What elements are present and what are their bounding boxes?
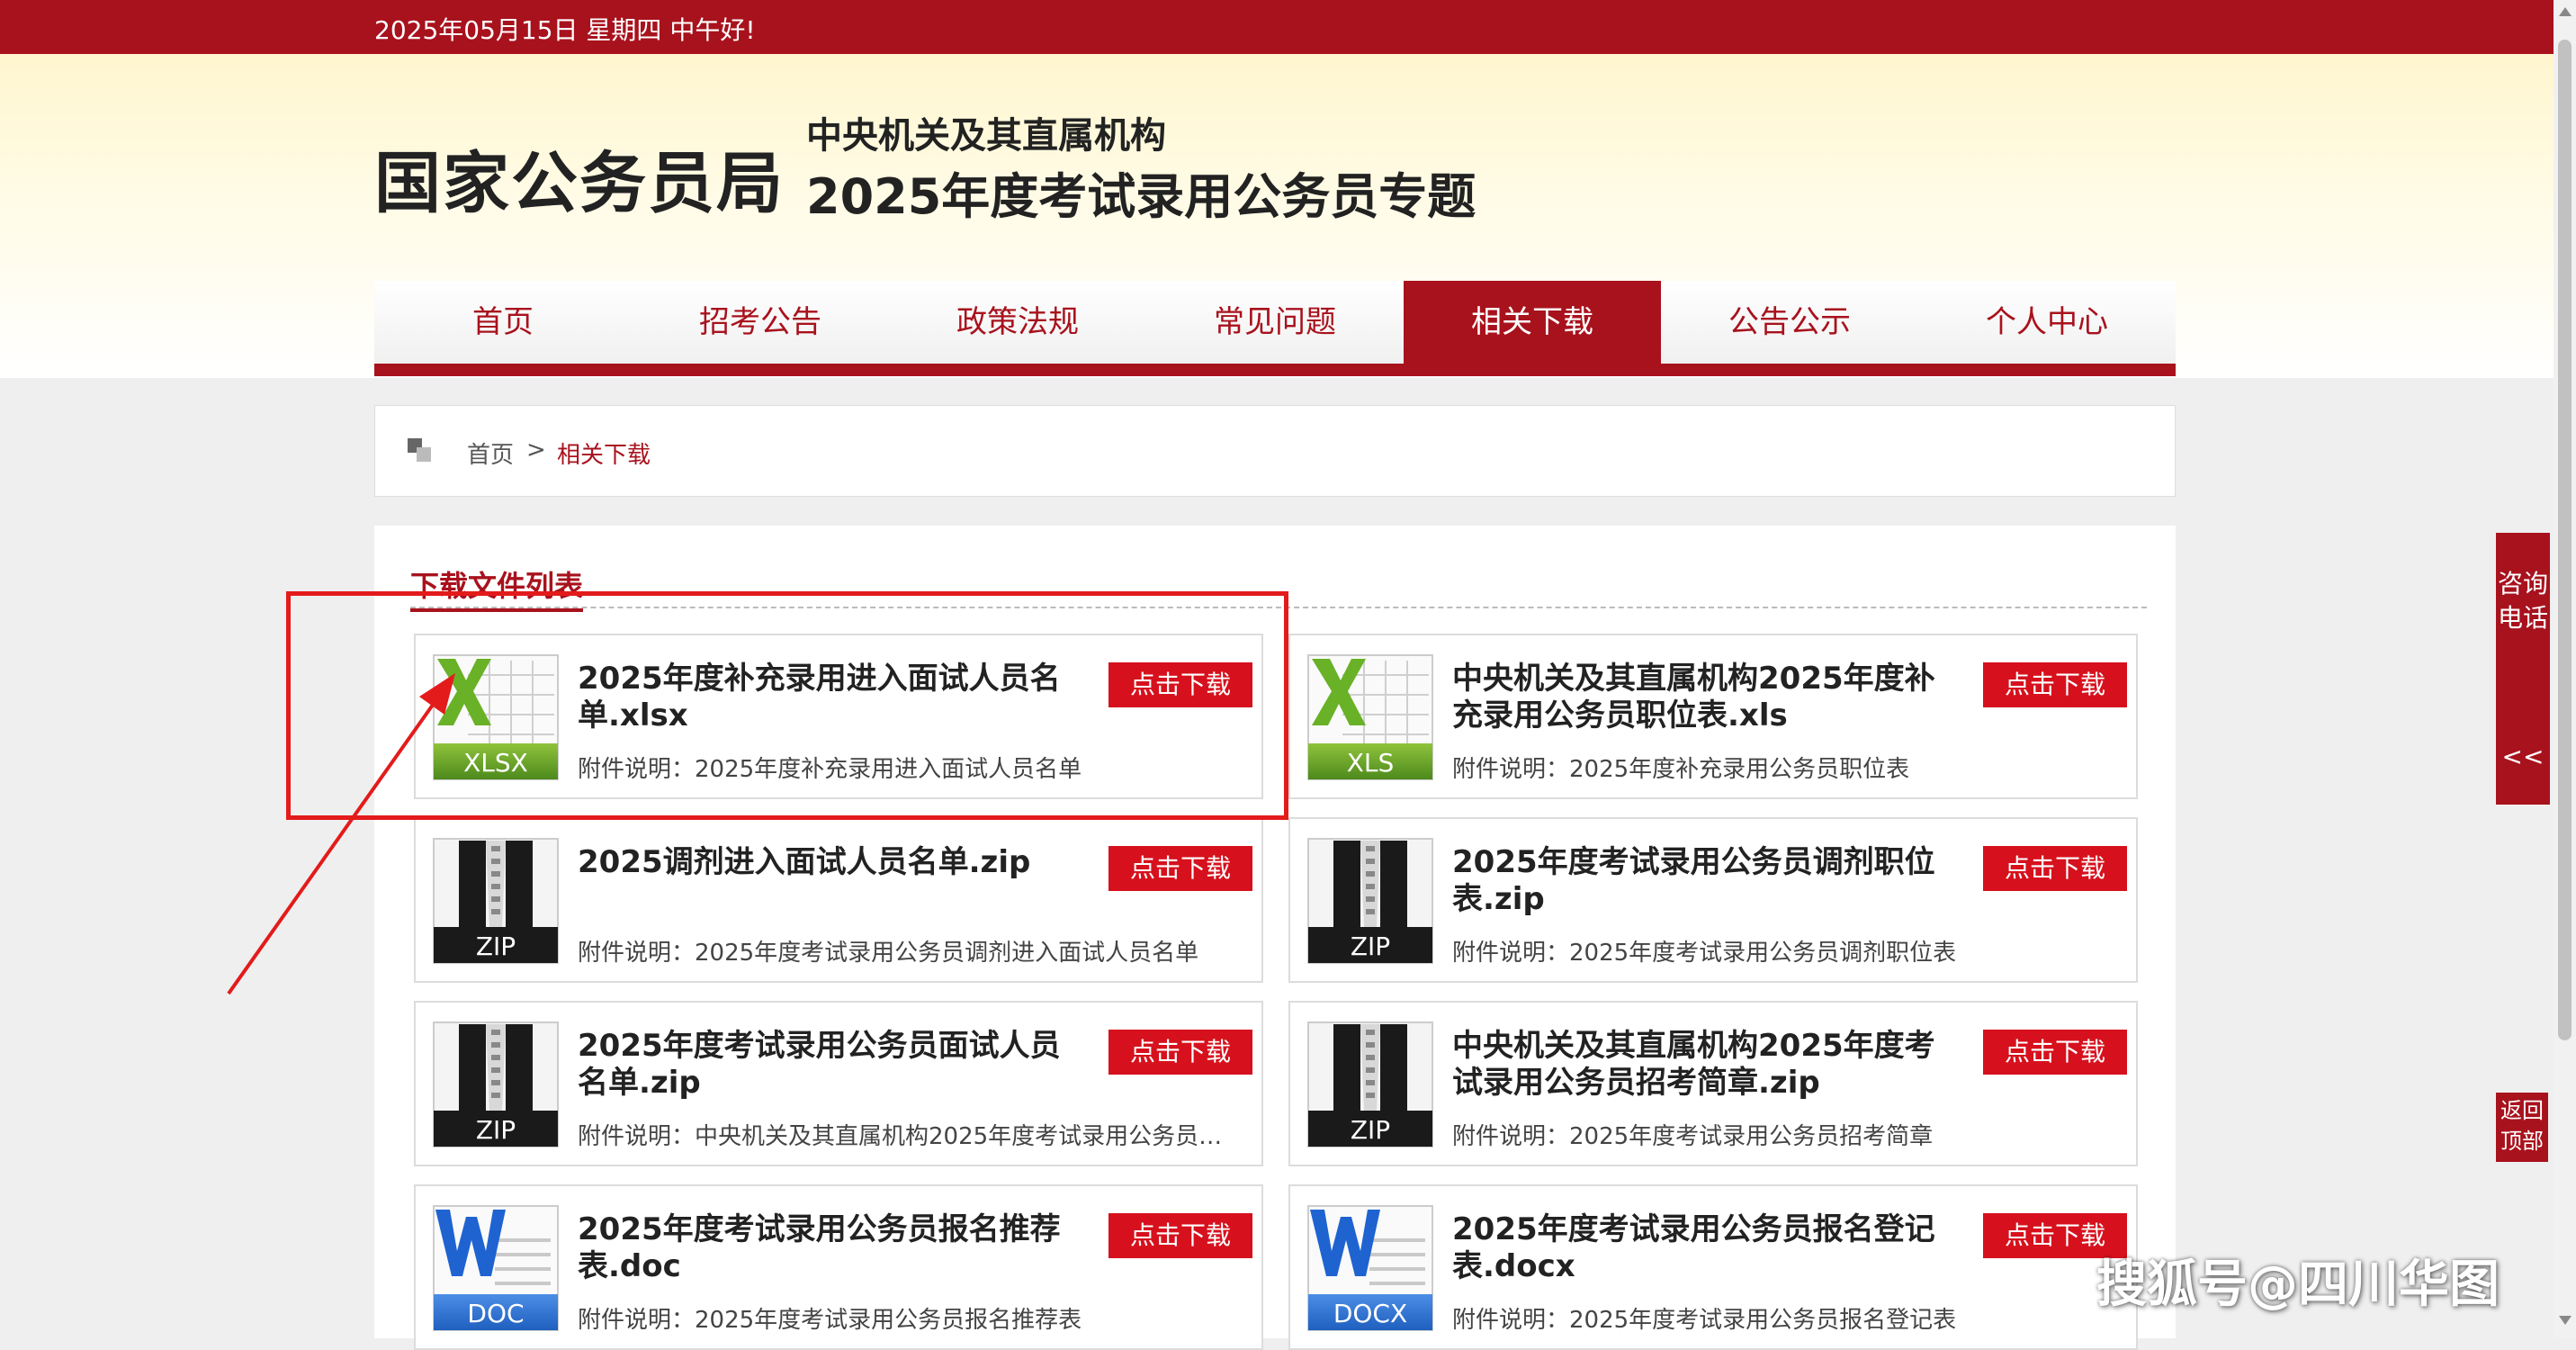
site-logo[interactable]: 国家公务员局 bbox=[374, 130, 785, 226]
file-title-link[interactable]: 2025年度考试录用公务员报名登记表.docx bbox=[1452, 1211, 1956, 1285]
header-subtitle: 中央机关及其直属机构 bbox=[806, 115, 1166, 157]
svg-text:ZIP: ZIP bbox=[476, 1115, 516, 1145]
svg-text:DOCX: DOCX bbox=[1333, 1299, 1407, 1328]
annotation-highlight-box bbox=[286, 591, 1288, 820]
word-file-icon: DOC bbox=[433, 1205, 559, 1331]
nav-item-faq[interactable]: 常见问题 bbox=[1146, 281, 1404, 364]
scrollbar-thumb[interactable] bbox=[2558, 40, 2572, 1040]
nav-item-personal-center[interactable]: 个人中心 bbox=[1918, 281, 2176, 364]
scroll-up-arrow-icon[interactable] bbox=[2559, 7, 2572, 16]
breadcrumb-home-link[interactable]: 首页 bbox=[467, 436, 514, 470]
svg-text:ZIP: ZIP bbox=[1351, 1115, 1390, 1145]
file-card: DOC 2025年度考试录用公务员报名推荐表.doc 附件说明：2025年度考试… bbox=[414, 1184, 1263, 1350]
consult-phone-label: 咨询电话 bbox=[2497, 569, 2548, 633]
zip-file-icon: ZIP bbox=[433, 838, 559, 964]
download-button[interactable]: 点击下载 bbox=[1108, 1213, 1252, 1258]
scroll-down-arrow-icon[interactable] bbox=[2559, 1316, 2572, 1325]
file-title-link[interactable]: 2025调剂进入面试人员名单.zip bbox=[578, 844, 1082, 881]
file-card: ZIP 2025年度考试录用公务员面试人员名单.zip 附件说明：中央机关及其直… bbox=[414, 1001, 1263, 1166]
file-card: DOCX 2025年度考试录用公务员报名登记表.docx 附件说明：2025年度… bbox=[1288, 1184, 2138, 1350]
download-button[interactable]: 点击下载 bbox=[1983, 662, 2127, 707]
file-description: 附件说明：2025年度考试录用公务员调剂职位表 bbox=[1452, 940, 1957, 967]
excel-file-icon: XLS bbox=[1307, 654, 1433, 780]
word-file-icon: DOCX bbox=[1307, 1205, 1433, 1331]
nav-item-downloads[interactable]: 相关下载 bbox=[1404, 281, 1661, 364]
back-to-top-button[interactable]: 返回顶部 bbox=[2496, 1093, 2548, 1162]
file-title-link[interactable]: 中央机关及其直属机构2025年度补充录用公务员职位表.xls bbox=[1452, 661, 1956, 734]
breadcrumb-current[interactable]: 相关下载 bbox=[557, 436, 651, 470]
zip-file-icon: ZIP bbox=[1307, 838, 1433, 964]
file-description: 附件说明：2025年度考试录用公务员调剂进入面试人员名单 bbox=[578, 940, 1199, 967]
file-card: ZIP 中央机关及其直属机构2025年度考试录用公务员招考简章.zip 附件说明… bbox=[1288, 1001, 2138, 1166]
file-title-link[interactable]: 2025年度考试录用公务员面试人员名单.zip bbox=[578, 1028, 1082, 1102]
header-title: 2025年度考试录用公务员专题 bbox=[806, 168, 1476, 225]
svg-text:XLS: XLS bbox=[1347, 748, 1395, 778]
file-description: 附件说明：中央机关及其直属机构2025年度考试录用公务员面... bbox=[578, 1123, 1243, 1150]
collapse-chevron-icon[interactable]: << bbox=[2496, 742, 2550, 771]
file-title-link[interactable]: 2025年度考试录用公务员调剂职位表.zip bbox=[1452, 844, 1956, 918]
breadcrumb-separator: > bbox=[526, 436, 546, 464]
download-button[interactable]: 点击下载 bbox=[1108, 846, 1252, 891]
file-description: 附件说明：2025年度考试录用公务员报名登记表 bbox=[1452, 1307, 1957, 1334]
file-card: XLS 中央机关及其直属机构2025年度补充录用公务员职位表.xls 附件说明：… bbox=[1288, 634, 2138, 799]
file-card: ZIP 2025年度考试录用公务员调剂职位表.zip 附件说明：2025年度考试… bbox=[1288, 817, 2138, 983]
consult-phone-tab[interactable]: 咨询电话 << bbox=[2496, 533, 2550, 805]
nav-item-notices[interactable]: 公告公示 bbox=[1661, 281, 1918, 364]
watermark: 搜狐号@四川华图 bbox=[2096, 1256, 2500, 1314]
file-card: ZIP 2025调剂进入面试人员名单.zip 附件说明：2025年度考试录用公务… bbox=[414, 817, 1263, 983]
file-description: 附件说明：2025年度考试录用公务员招考简章 bbox=[1452, 1123, 1934, 1150]
zip-file-icon: ZIP bbox=[1307, 1022, 1433, 1148]
svg-text:ZIP: ZIP bbox=[1351, 932, 1390, 961]
download-button[interactable]: 点击下载 bbox=[1108, 1030, 1252, 1075]
nav-item-policies[interactable]: 政策法规 bbox=[889, 281, 1146, 364]
home-squares-icon bbox=[408, 438, 433, 464]
file-title-link[interactable]: 2025年度考试录用公务员报名推荐表.doc bbox=[578, 1211, 1082, 1285]
zip-file-icon: ZIP bbox=[433, 1022, 559, 1148]
svg-text:ZIP: ZIP bbox=[476, 932, 516, 961]
file-description: 附件说明：2025年度考试录用公务员报名推荐表 bbox=[578, 1307, 1082, 1334]
main-nav: 首页 招考公告 政策法规 常见问题 相关下载 公告公示 个人中心 bbox=[374, 281, 2176, 376]
download-button[interactable]: 点击下载 bbox=[1983, 1030, 2127, 1075]
breadcrumb: 首页 > 相关下载 bbox=[374, 405, 2176, 497]
file-title-link[interactable]: 中央机关及其直属机构2025年度考试录用公务员招考简章.zip bbox=[1452, 1028, 1956, 1102]
top-bar: 2025年05月15日 星期四 中午好! bbox=[0, 0, 2554, 54]
page-scrollbar[interactable] bbox=[2554, 0, 2576, 1338]
date-greeting: 2025年05月15日 星期四 中午好! bbox=[374, 15, 756, 45]
nav-item-announcements[interactable]: 招考公告 bbox=[632, 281, 889, 364]
file-description: 附件说明：2025年度补充录用公务员职位表 bbox=[1452, 756, 1910, 783]
svg-text:DOC: DOC bbox=[467, 1299, 524, 1328]
download-button[interactable]: 点击下载 bbox=[1983, 846, 2127, 891]
nav-item-home[interactable]: 首页 bbox=[374, 281, 632, 364]
